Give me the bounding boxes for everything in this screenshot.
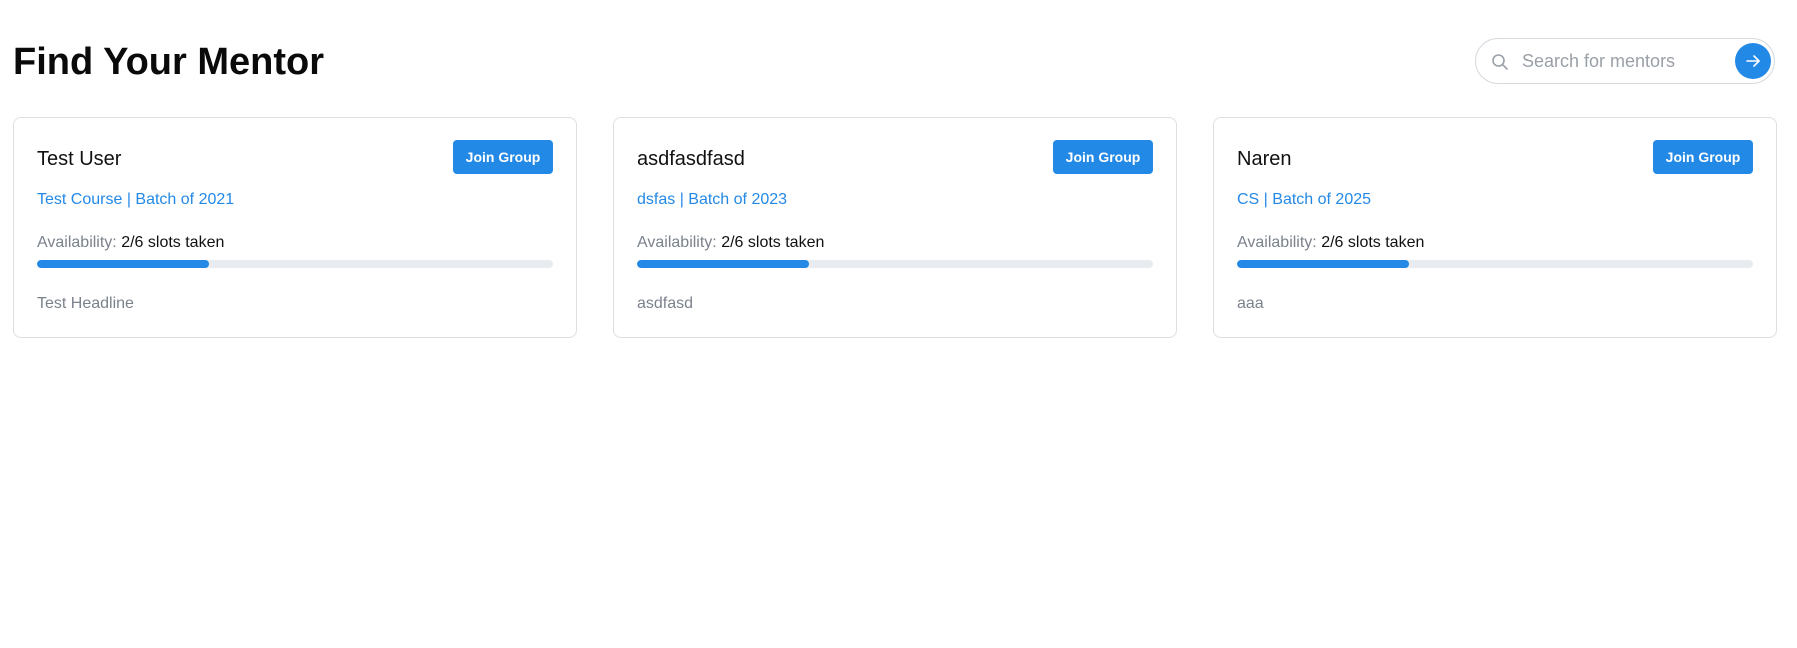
mentor-name: asdfasdfasd (637, 148, 745, 170)
availability-label: Availability: (37, 234, 117, 251)
availability-value: 2/6 slots taken (1321, 234, 1425, 251)
page-title: Find Your Mentor (13, 41, 325, 83)
mentor-card-list: Test User Join Group Test Course | Batch… (13, 117, 1777, 338)
availability-progress-fill (37, 260, 209, 268)
mentor-name: Test User (37, 148, 122, 170)
availability-progress-bar (37, 260, 553, 268)
mentor-page: Find Your Mentor Test User Join Group Te… (0, 0, 1797, 648)
mentor-course-batch: Test Course | Batch of 2021 (37, 191, 235, 208)
mentor-headline: asdfasd (637, 295, 694, 312)
mentor-availability: Availability: 2/6 slots taken (637, 233, 824, 253)
search-input[interactable] (1522, 47, 1722, 75)
join-group-button[interactable]: Join Group (1053, 140, 1153, 174)
arrow-right-icon (1746, 55, 1760, 67)
mentor-card: Test User Join Group Test Course | Batch… (13, 117, 577, 338)
mentor-headline: aaa (1237, 295, 1264, 312)
availability-value: 2/6 slots taken (721, 234, 825, 251)
search-submit-button[interactable] (1735, 43, 1771, 79)
availability-value: 2/6 slots taken (121, 234, 225, 251)
mentor-availability: Availability: 2/6 slots taken (37, 233, 224, 253)
join-group-button[interactable]: Join Group (453, 140, 553, 174)
mentor-course-batch: CS | Batch of 2025 (1237, 191, 1372, 208)
search-icon (1490, 52, 1510, 72)
availability-label: Availability: (1237, 234, 1317, 251)
search-bar (1475, 38, 1775, 84)
availability-progress-bar (1237, 260, 1753, 268)
mentor-name: Naren (1237, 148, 1292, 170)
join-group-button[interactable]: Join Group (1653, 140, 1753, 174)
mentor-course-batch: dsfas | Batch of 2023 (637, 191, 788, 208)
availability-progress-fill (1237, 260, 1409, 268)
availability-label: Availability: (637, 234, 717, 251)
availability-progress-fill (637, 260, 809, 268)
mentor-headline: Test Headline (37, 295, 134, 312)
availability-progress-bar (637, 260, 1153, 268)
mentor-availability: Availability: 2/6 slots taken (1237, 233, 1424, 253)
mentor-card: Naren Join Group CS | Batch of 2025 Avai… (1213, 117, 1777, 338)
mentor-card: asdfasdfasd Join Group dsfas | Batch of … (613, 117, 1177, 338)
